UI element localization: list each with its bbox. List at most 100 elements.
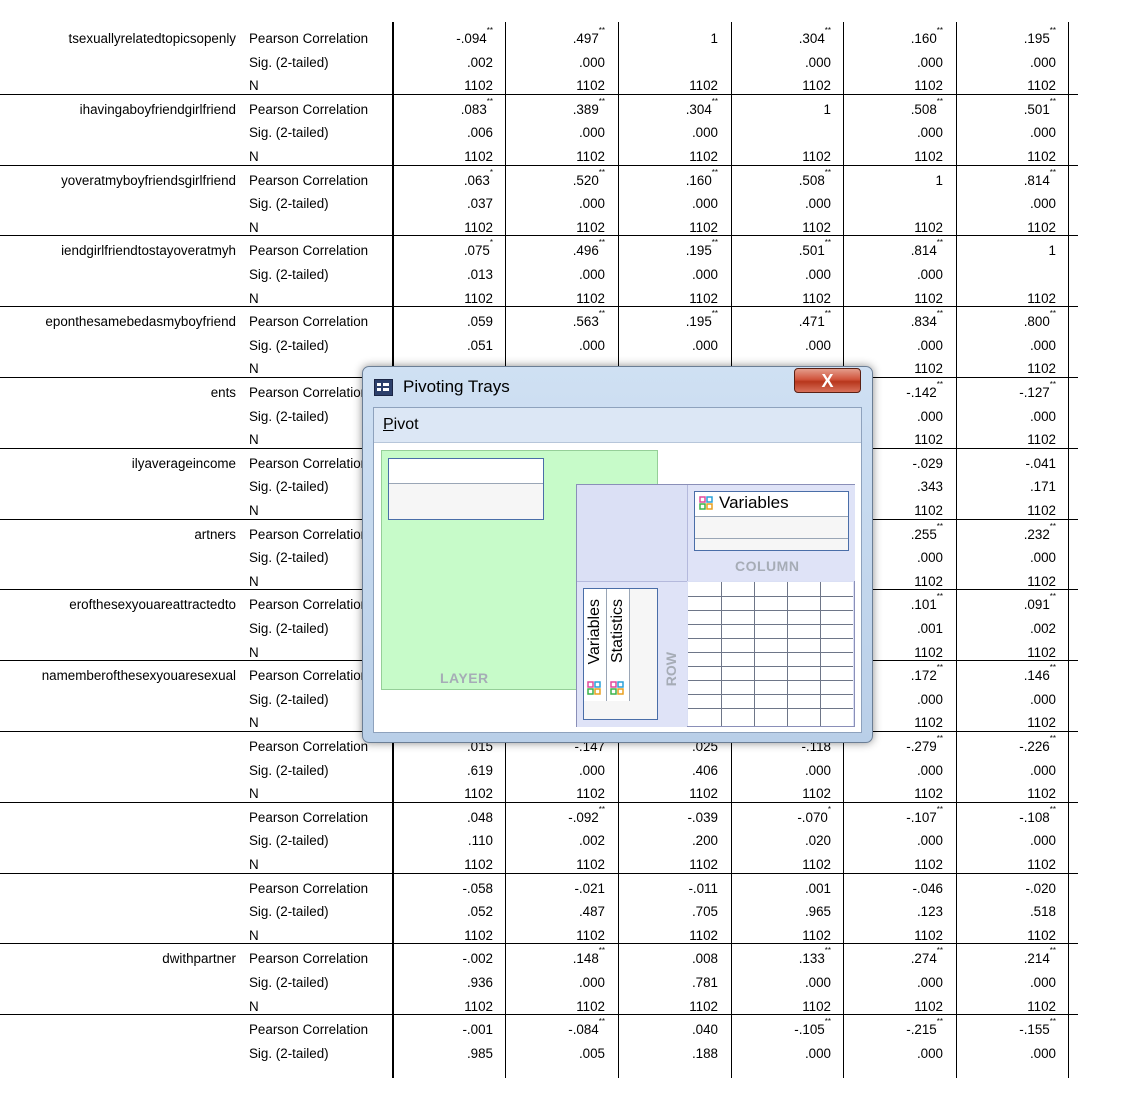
table-cell: -.020 <box>1025 880 1056 896</box>
table-cell: .304** <box>798 26 831 46</box>
table-cell: .000 <box>1029 196 1056 212</box>
table-cell: .304** <box>685 96 718 117</box>
variable-label: iendgirlfriendtostayoveratmyh <box>61 243 236 259</box>
statistic-label: Sig. (2-tailed) <box>249 762 329 778</box>
row-chip-label: Statistics <box>609 599 626 664</box>
table-cell: .000 <box>691 337 718 353</box>
table-cell: -.084** <box>568 1017 605 1038</box>
table-cell: .000 <box>804 762 831 778</box>
table-cell: .160** <box>910 26 943 46</box>
table-cell: .000 <box>578 196 605 212</box>
statistic-label: Pearson Correlation <box>249 1022 369 1038</box>
block-divider <box>0 943 1078 945</box>
table-cell: .020 <box>804 833 831 849</box>
table-cell: .000 <box>916 1045 943 1061</box>
layer-drop-slot[interactable] <box>388 458 544 520</box>
table-cell: .091** <box>1023 592 1056 613</box>
table-cell: .200 <box>691 833 718 849</box>
statistic-label: Pearson Correlation <box>249 172 369 188</box>
menu-bar: Pivot <box>374 408 861 443</box>
table-cell: .000 <box>916 267 943 282</box>
table-cell: .563** <box>572 309 605 330</box>
variable-label <box>0 806 238 830</box>
table-cell: .000 <box>691 196 718 212</box>
table-cell: .000 <box>1029 762 1056 778</box>
row-chip-variables[interactable]: Variables <box>584 589 607 701</box>
table-cell: .232** <box>1023 521 1056 542</box>
table-app-icon <box>374 379 393 396</box>
table-cell: .496** <box>572 238 605 259</box>
table-cell: -.127** <box>1019 380 1056 400</box>
table-cell: .520** <box>572 167 605 188</box>
table-cell: .000 <box>804 267 831 282</box>
data-cells-preview <box>688 582 853 726</box>
column-slot[interactable]: Variables <box>694 491 849 551</box>
table-cell: .406 <box>691 762 718 778</box>
table-cell: .000 <box>916 125 943 141</box>
table-cell: .814** <box>910 238 943 259</box>
table-cell: .705 <box>691 904 718 920</box>
statistic-label: Sig. (2-tailed) <box>249 337 329 353</box>
pivot-grid: Variables COLUMN Variables Statistics RO… <box>576 484 855 727</box>
table-cell: .000 <box>691 267 718 282</box>
pivot-variable-icon <box>610 681 624 695</box>
table-cell: .000 <box>804 1045 831 1061</box>
table-cell: 1 <box>710 31 718 46</box>
table-cell: .160** <box>685 167 718 188</box>
table-cell: -.092** <box>568 804 605 825</box>
row-slot[interactable]: Variables Statistics <box>583 588 658 720</box>
pivot-variable-icon <box>699 496 713 510</box>
dialog-titlebar[interactable]: Pivoting Trays X <box>363 367 872 405</box>
table-cell: .834** <box>910 309 943 330</box>
table-cell: .471** <box>798 309 831 330</box>
table-cell: .501** <box>798 238 831 259</box>
table-cell: .000 <box>1029 833 1056 849</box>
table-cell: .619 <box>466 762 493 778</box>
table-cell: .274** <box>910 946 943 967</box>
table-cell: .008 <box>691 951 718 967</box>
row-chip-statistics[interactable]: Statistics <box>607 589 630 701</box>
table-cell: .000 <box>1029 125 1056 141</box>
row-tray[interactable]: Variables Statistics ROW <box>577 581 687 727</box>
menu-pivot[interactable]: Pivot <box>383 416 419 434</box>
variable-label: erofthesexyouareattractedto <box>69 597 236 613</box>
table-cell: -.215** <box>906 1017 943 1038</box>
table-cell: -.107** <box>906 804 943 825</box>
table-cell: .195** <box>1023 26 1056 46</box>
table-cell: -.070* <box>797 804 831 825</box>
column-chip-variables[interactable]: Variables <box>695 492 848 517</box>
table-cell: .001 <box>804 880 831 896</box>
block-divider <box>0 872 1078 874</box>
block-divider <box>0 93 1078 95</box>
variable-label: ihavingaboyfriendgirlfriend <box>79 101 236 117</box>
table-cell: .508** <box>798 167 831 188</box>
table-cell: .000 <box>916 833 943 849</box>
close-button[interactable]: X <box>794 368 861 393</box>
table-cell: .000 <box>916 762 943 778</box>
table-cell: .389** <box>572 96 605 117</box>
block-divider <box>0 235 1078 237</box>
table-cell: .000 <box>578 267 605 282</box>
table-cell: .000 <box>1029 975 1056 990</box>
table-cell: 1 <box>823 101 831 117</box>
table-cell: .000 <box>691 125 718 141</box>
table-cell: -.155** <box>1019 1017 1056 1038</box>
table-cell: .171 <box>1029 479 1056 495</box>
column-tray-label: COLUMN <box>735 558 800 574</box>
pivoting-trays-dialog[interactable]: Pivoting Trays X Pivot LAYER Variables C… <box>362 366 873 743</box>
table-cell: -.001 <box>462 1022 493 1038</box>
column-tray[interactable]: Variables COLUMN <box>687 485 855 581</box>
variable-label: namemberofthesexyouaresexual <box>41 668 236 684</box>
variable-label <box>0 1018 238 1042</box>
table-cell: .214** <box>1023 946 1056 967</box>
variable-label: ilyaverageincome <box>131 455 236 471</box>
dialog-title: Pivoting Trays <box>403 377 510 396</box>
table-cell: .002 <box>1029 621 1056 636</box>
variable-label: dwithpartner <box>162 951 236 967</box>
table-cell: .195** <box>685 309 718 330</box>
dialog-client-area: Pivot LAYER Variables COLUMN Variables S… <box>373 407 862 733</box>
statistic-label: Pearson Correlation <box>249 809 369 825</box>
statistic-label: Pearson Correlation <box>249 951 369 967</box>
table-cell: .052 <box>466 904 493 920</box>
column-divider <box>956 22 957 1078</box>
